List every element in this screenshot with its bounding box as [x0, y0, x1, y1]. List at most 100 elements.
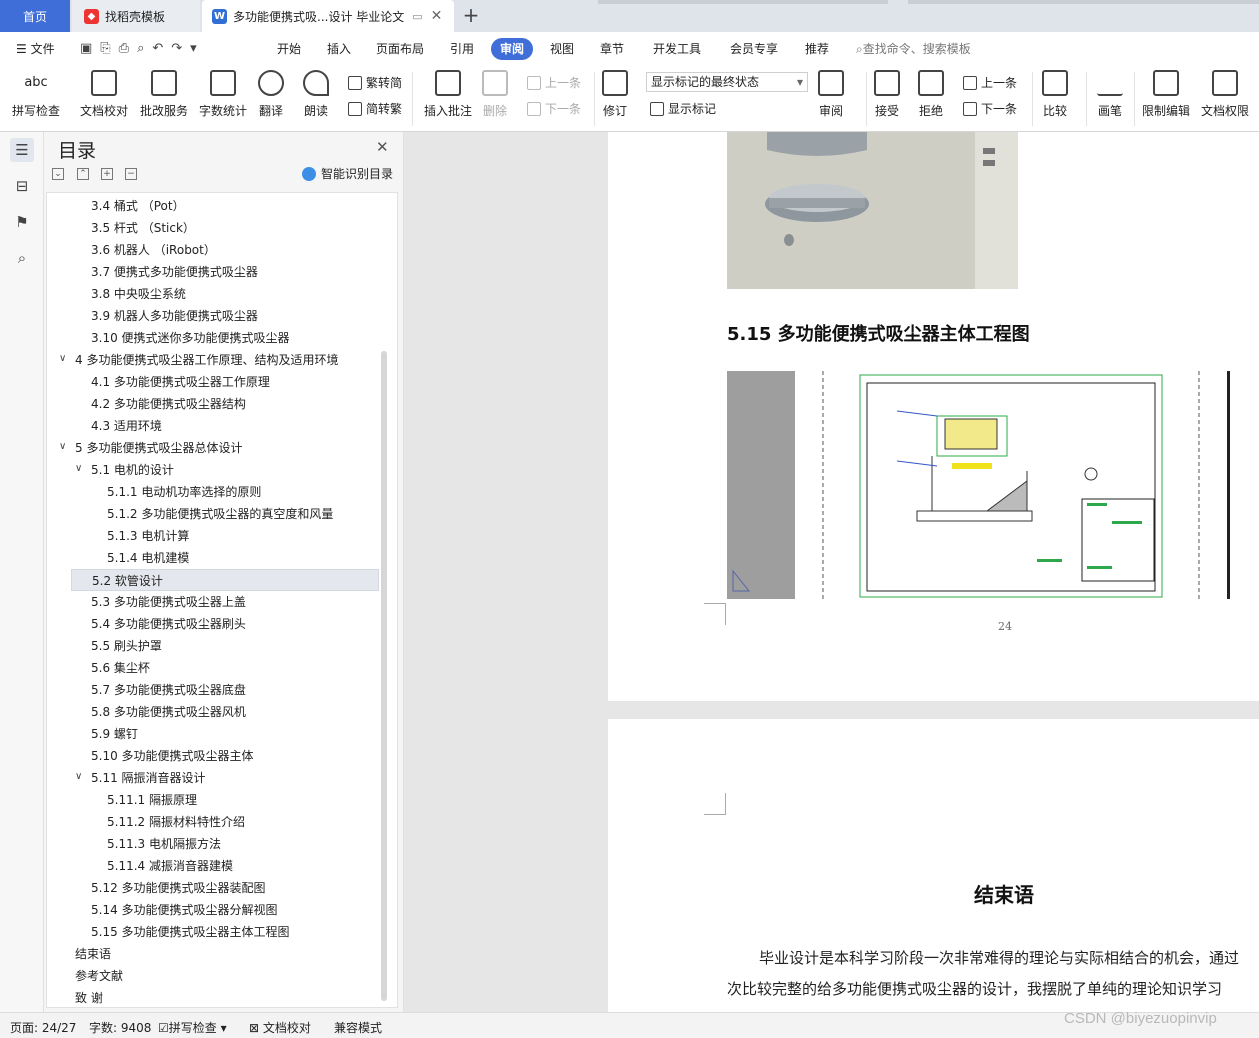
tab-home[interactable]: 首页 — [0, 0, 70, 32]
menu-page-layout[interactable]: 页面布局 — [370, 38, 430, 60]
search-icon[interactable]: ⌕ — [10, 246, 34, 270]
correction-service-button[interactable]: 批改服务 — [140, 70, 188, 119]
chevron-down-icon[interactable]: ∨ — [59, 353, 66, 364]
menu-review[interactable]: 审阅 — [491, 38, 534, 60]
toc-scrollbar[interactable] — [381, 351, 387, 1001]
review-pane-button[interactable]: 审阅 — [818, 70, 844, 119]
compare-button[interactable]: 比较 — [1042, 70, 1068, 119]
toc-item[interactable]: 4.2 多功能便携式吸尘器结构 — [91, 393, 246, 415]
toc-item[interactable]: 5.8 多功能便携式吸尘器风机 — [91, 701, 246, 723]
toc-item[interactable]: 5.11.2 隔振材料特性介绍 — [107, 811, 245, 833]
tab-template[interactable]: ◆ 找稻壳模板 — [72, 0, 200, 32]
menu-view[interactable]: 视图 — [544, 38, 580, 60]
toc-item[interactable]: 5.6 集尘杯 — [91, 657, 150, 679]
toc-item[interactable]: 3.5 杆式 （Stick） — [91, 217, 195, 239]
toc-item[interactable]: 5.4 多功能便携式吸尘器刷头 — [91, 613, 246, 635]
page-indicator[interactable]: 页面: 24/27 — [10, 1019, 76, 1036]
toc-item[interactable]: 3.9 机器人多功能便携式吸尘器 — [91, 305, 258, 327]
toc-item[interactable]: 5.1.3 电机计算 — [107, 525, 189, 547]
trad-to-simp-button[interactable]: 繁转简 — [348, 74, 402, 91]
smart-toc-button[interactable]: 智能识别目录 — [302, 165, 393, 182]
next-comment-button[interactable]: 下一条 — [527, 100, 581, 117]
doc-check-button[interactable]: 文档校对 — [80, 70, 128, 119]
toc-item[interactable]: 4 多功能便携式吸尘器工作原理、结构及适用环境 — [75, 349, 338, 371]
toc-item[interactable]: 5.11.1 隔振原理 — [107, 789, 197, 811]
toc-item[interactable]: 5.15 多功能便携式吸尘器主体工程图 — [91, 921, 290, 943]
spell-check-status[interactable]: ☑拼写检查 ▾ — [158, 1019, 227, 1036]
toc-item[interactable]: 5.9 螺钉 — [91, 723, 138, 745]
window-restore-icon[interactable]: ▭ — [412, 10, 422, 23]
toc-item[interactable]: 3.8 中央吸尘系统 — [91, 283, 186, 305]
expand-up-icon[interactable]: ⌃ — [77, 168, 89, 180]
menu-member[interactable]: 会员专享 — [724, 38, 784, 60]
toc-item[interactable]: 5.7 多功能便携式吸尘器底盘 — [91, 679, 246, 701]
toc-item[interactable]: 5.1 电机的设计 — [91, 459, 174, 481]
command-search[interactable]: ⌕查找命令、搜索模板 — [856, 40, 971, 57]
menu-start[interactable]: 开始 — [271, 38, 307, 60]
file-menu[interactable]: ☰ 文件 — [10, 38, 61, 60]
menu-section[interactable]: 章节 — [594, 38, 630, 60]
toc-item[interactable]: 3.4 桶式 （Pot） — [91, 195, 185, 217]
word-count-button[interactable]: 字数统计 — [199, 70, 247, 119]
tab-document[interactable]: W 多功能便携式吸...设计 毕业论文 ▭ ✕ — [202, 0, 454, 32]
prev-change-button[interactable]: 上一条 — [963, 74, 1017, 91]
toc-item[interactable]: 5.11 隔振消音器设计 — [91, 767, 206, 789]
read-aloud-button[interactable]: 朗读 — [303, 70, 329, 119]
toc-item[interactable]: 5 多功能便携式吸尘器总体设计 — [75, 437, 242, 459]
toc-item[interactable]: 5.11.4 减振消音器建模 — [107, 855, 233, 877]
toc-item[interactable]: 4.1 多功能便携式吸尘器工作原理 — [91, 371, 270, 393]
toc-item[interactable]: 5.1.4 电机建模 — [107, 547, 189, 569]
spell-check-icon: abc — [24, 75, 48, 90]
new-tab-button[interactable]: + — [458, 4, 484, 28]
toc-item[interactable]: 5.1.1 电动机功率选择的原则 — [107, 481, 261, 503]
track-changes-button[interactable]: 修订 — [602, 70, 628, 119]
toc-item[interactable]: 5.14 多功能便携式吸尘器分解视图 — [91, 899, 278, 921]
toc-item[interactable]: 5.5 刷头护罩 — [91, 635, 162, 657]
menu-references[interactable]: 引用 — [444, 38, 480, 60]
simp-to-trad-button[interactable]: 简转繁 — [348, 100, 402, 117]
menu-insert[interactable]: 插入 — [321, 38, 357, 60]
quick-access-toolbar[interactable]: ▣⎘⎙⌕↶↷▾ — [80, 41, 205, 56]
menu-developer[interactable]: 开发工具 — [647, 38, 707, 60]
toc-item[interactable]: 结束语 — [75, 943, 111, 965]
outline-icon[interactable]: ⊟ — [10, 174, 34, 198]
reject-button[interactable]: 拒绝 — [918, 70, 944, 119]
menu-recommend[interactable]: 推荐 — [799, 38, 835, 60]
toc-item[interactable]: 5.12 多功能便携式吸尘器装配图 — [91, 877, 266, 899]
translate-button[interactable]: 翻译 — [258, 70, 284, 119]
remove-entry-icon[interactable]: − — [125, 168, 137, 180]
toc-item[interactable]: 5.3 多功能便携式吸尘器上盖 — [91, 591, 246, 613]
add-entry-icon[interactable]: + — [101, 168, 113, 180]
insert-comment-button[interactable]: 插入批注 — [424, 70, 472, 119]
toc-panel-icon[interactable]: ☰ — [10, 138, 34, 162]
ink-button[interactable]: 画笔 — [1097, 70, 1123, 119]
toc-item[interactable]: 5.2 软管设计 — [71, 569, 379, 591]
toc-item[interactable]: 5.10 多功能便携式吸尘器主体 — [91, 745, 254, 767]
toc-item[interactable]: 3.6 机器人 （iRobot） — [91, 239, 216, 261]
bookmark-icon[interactable]: ⚑ — [10, 210, 34, 234]
delete-comment-button[interactable]: 删除 — [482, 70, 508, 119]
spell-check-button[interactable]: abc 拼写检查 — [12, 70, 60, 119]
doc-permission-button[interactable]: 文档权限 — [1201, 70, 1249, 119]
chevron-down-icon[interactable]: ∨ — [75, 771, 82, 782]
prev-comment-button[interactable]: 上一条 — [527, 74, 581, 91]
accept-button[interactable]: 接受 — [874, 70, 900, 119]
toc-item[interactable]: 参考文献 — [75, 965, 123, 987]
toc-item[interactable]: 5.1.2 多功能便携式吸尘器的真空度和风量 — [107, 503, 333, 525]
close-icon[interactable]: ✕ — [376, 138, 389, 156]
toc-item[interactable]: 致 谢 — [75, 987, 103, 1009]
toc-item[interactable]: 4.3 适用环境 — [91, 415, 162, 437]
markup-state-select[interactable]: 显示标记的最终状态 — [646, 72, 808, 92]
toc-item[interactable]: 5.11.3 电机隔振方法 — [107, 833, 221, 855]
chevron-down-icon[interactable]: ∨ — [59, 441, 66, 452]
restrict-edit-button[interactable]: 限制编辑 — [1142, 70, 1190, 119]
chevron-down-icon[interactable]: ∨ — [75, 463, 82, 474]
word-count-status[interactable]: 字数: 9408 — [89, 1019, 151, 1036]
doc-check-status[interactable]: ⊠ 文档校对 — [249, 1019, 311, 1036]
toc-item[interactable]: 3.7 便携式多功能便携式吸尘器 — [91, 261, 258, 283]
toc-item[interactable]: 3.10 便携式迷你多功能便携式吸尘器 — [91, 327, 290, 349]
close-tab-icon[interactable]: ✕ — [431, 8, 443, 24]
collapse-all-icon[interactable]: ⌄ — [52, 168, 64, 180]
show-markup-button[interactable]: 显示标记 — [650, 100, 716, 117]
next-change-button[interactable]: 下一条 — [963, 100, 1017, 117]
